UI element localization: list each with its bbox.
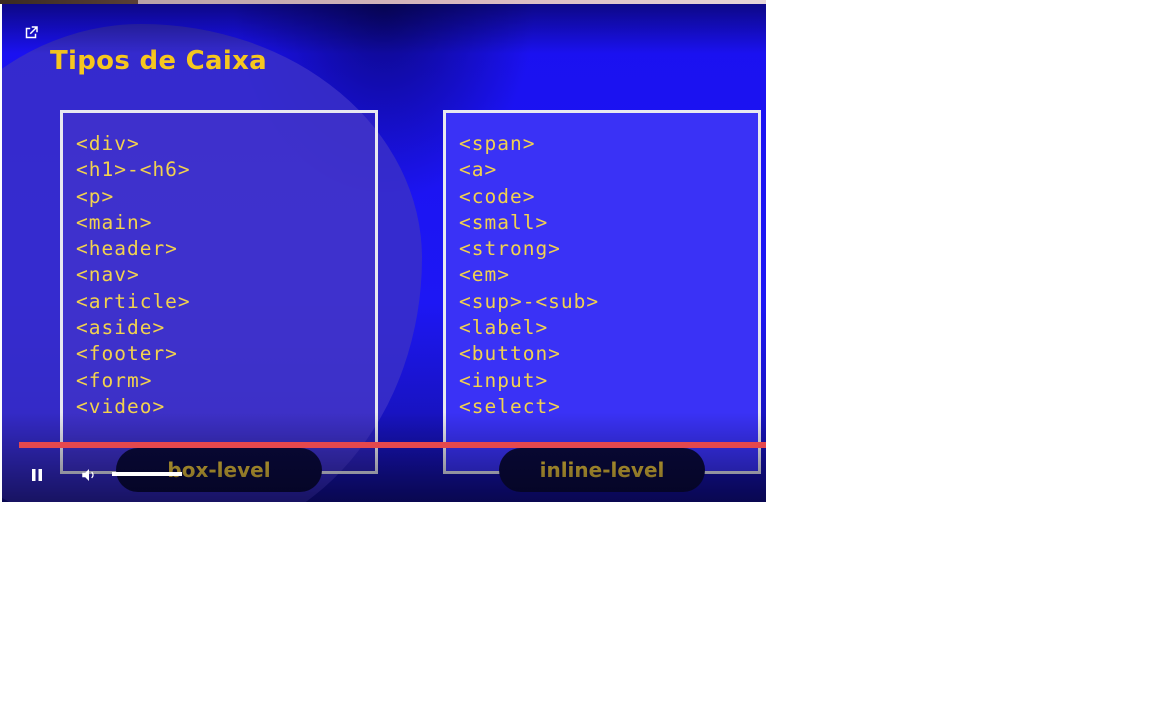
seek-bar[interactable] [19, 442, 766, 448]
inline-level-tag-item: <input> [459, 368, 549, 392]
box-level-tag-item: <form> [76, 368, 153, 392]
open-in-new-icon[interactable] [22, 24, 40, 42]
inline-level-panel: <span> <a> <code> <small> <strong> <em> <sup>-… [443, 110, 761, 474]
volume-icon[interactable] [80, 466, 98, 484]
inline-level-tag-item: <code> [459, 184, 536, 208]
box-level-tag-item: <main> [76, 210, 153, 234]
inline-level-tag-item: <a> [459, 158, 498, 182]
inline-level-tag-item: <small> [459, 210, 549, 234]
pause-icon[interactable] [28, 466, 46, 484]
box-level-panel: <div> <h1>-<h6> <p> <main> <header> <nav> <art… [60, 110, 378, 474]
inline-level-tag-item: <strong> [459, 237, 561, 261]
box-level-tag-item: <div> [76, 132, 140, 155]
slide-title: Tipos de Caixa [50, 46, 267, 76]
inline-level-tag-item: <button> [459, 342, 561, 366]
inline-level-tag-item: <span> [459, 132, 536, 155]
inline-level-tag-item: <sup>-<sub> [459, 289, 600, 313]
video-player[interactable]: Tipos de Caixa <div> <h1>-<h6> <p> <main> <h… [2, 4, 766, 502]
box-level-tag-item: <aside> [76, 316, 166, 340]
volume-level-fill [112, 472, 182, 476]
box-level-tag-list: <div> <h1>-<h6> <p> <main> <header> <nav> <art… [76, 131, 191, 420]
inline-level-label: inline-level [499, 448, 705, 492]
inline-level-tag-item: <select> [459, 394, 561, 418]
inline-level-tag-list: <span> <a> <code> <small> <strong> <em> <sup>-… [459, 131, 599, 420]
box-level-tag-item: <article> [76, 289, 191, 313]
box-level-tag-item: <p> [76, 184, 115, 208]
inline-level-tag-item: <label> [459, 316, 549, 340]
box-level-tag-item: <video> [76, 394, 166, 418]
box-level-tag-item: <nav> [76, 263, 140, 287]
inline-level-tag-item: <em> [459, 263, 510, 287]
box-level-label: box-level [116, 448, 322, 492]
volume-slider[interactable] [112, 472, 182, 476]
video-frame: Tipos de Caixa <div> <h1>-<h6> <p> <main> <h… [2, 4, 766, 502]
box-level-tag-item: <footer> [76, 342, 178, 366]
box-level-tag-item: <h1>-<h6> [76, 158, 191, 182]
box-level-tag-item: <header> [76, 237, 178, 261]
